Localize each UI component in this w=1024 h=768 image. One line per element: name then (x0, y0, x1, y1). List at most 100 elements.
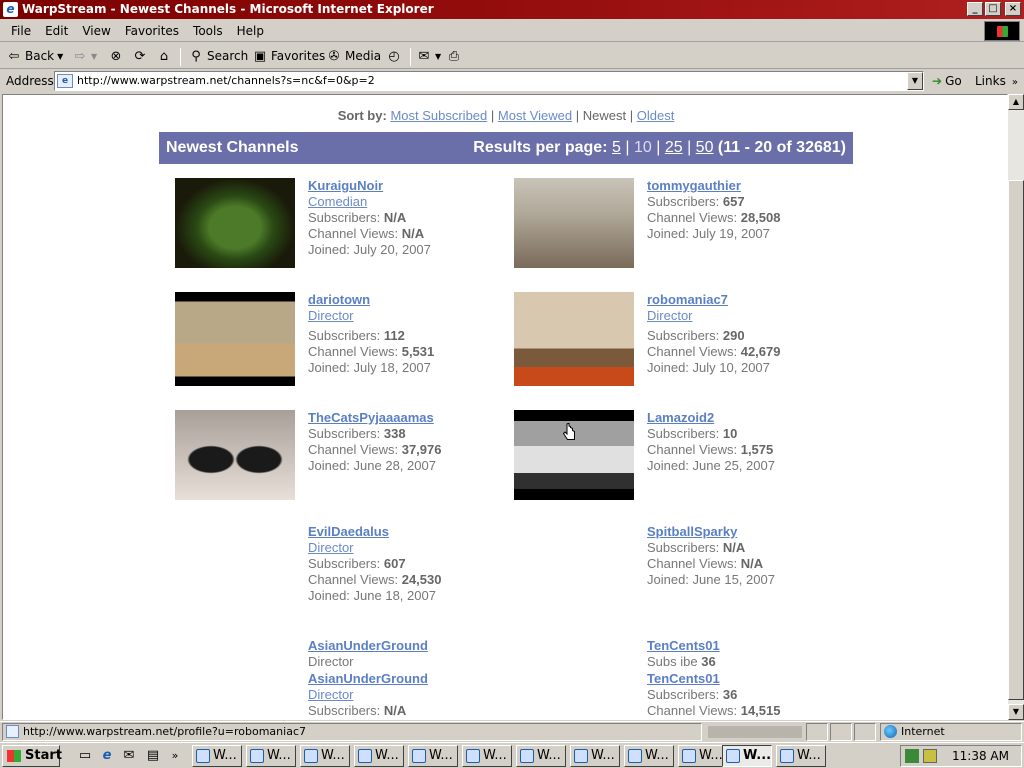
channel-thumbnail[interactable] (514, 292, 634, 386)
back-dropdown-icon[interactable]: ▼ (57, 46, 63, 67)
channel-category-link[interactable]: Director (308, 540, 508, 556)
channel-name-link[interactable]: dariotown (308, 292, 508, 308)
go-button[interactable]: ➔ Go (932, 72, 962, 90)
address-input[interactable]: e http://www.warpstream.net/channels?s=n… (54, 71, 924, 91)
scroll-up-icon[interactable]: ▲ (1008, 94, 1024, 110)
channel-name-link[interactable]: TheCatsPyjaaaamas (308, 410, 508, 426)
network-icon[interactable] (905, 749, 919, 763)
forward-dropdown-icon[interactable]: ▼ (91, 46, 97, 67)
search-icon: ⚲ (191, 48, 201, 64)
sort-bar: Sort by: Most Subscribed | Most Viewed |… (3, 108, 1007, 123)
maximize-button[interactable]: □ (985, 2, 1001, 16)
status-cell (854, 723, 876, 741)
taskbar-item[interactable]: W... (516, 745, 566, 767)
channel-name-link[interactable]: EvilDaedalus (308, 524, 508, 540)
history-button[interactable]: ◴ (386, 46, 402, 67)
favorites-button[interactable]: ▣ Favorites (252, 46, 325, 67)
menu-help[interactable]: Help (230, 20, 271, 42)
channel-name-link[interactable]: KuraiguNoir (308, 178, 508, 194)
rpp-25-link[interactable]: 25 (665, 139, 683, 156)
menu-view[interactable]: View (75, 20, 117, 42)
clock[interactable]: 11:38 AM (952, 746, 1009, 766)
sort-most-viewed-link[interactable]: Most Viewed (498, 108, 572, 123)
mail-dropdown-icon[interactable]: ▼ (435, 46, 441, 67)
minimize-button[interactable]: _ (967, 2, 983, 16)
search-button[interactable]: ⚲ Search (188, 46, 248, 67)
channel-joined: Joined: June 25, 2007 (647, 458, 775, 473)
menu-tools[interactable]: Tools (186, 20, 230, 42)
channel-thumbnail[interactable] (514, 178, 634, 268)
sort-oldest-link[interactable]: Oldest (637, 108, 675, 123)
address-dropdown-icon[interactable]: ▼ (907, 72, 923, 90)
channel-name-link[interactable]: tommygauthier (647, 178, 847, 194)
explorer-icon[interactable]: ▤ (144, 747, 162, 765)
channel-name-link[interactable]: SpitballSparky (647, 524, 847, 540)
scroll-thumb[interactable] (1008, 180, 1024, 700)
vertical-scrollbar[interactable]: ▲ ▼ (1008, 94, 1024, 720)
taskbar: Start ▭ e ✉ ▤ » W... W... W... W... W...… (0, 742, 1024, 768)
home-button[interactable]: ⌂ (156, 46, 172, 67)
channel-name-link[interactable]: Lamazoid2 (647, 410, 847, 426)
back-button[interactable]: ⇦ Back ▼ (6, 46, 64, 67)
taskbar-item[interactable]: W... (246, 745, 296, 767)
channel-subscribers: Subscribers: 290 (647, 328, 745, 343)
links-button[interactable]: Links » (975, 72, 1018, 92)
channel-name-link[interactable]: robomaniac7 (647, 292, 847, 308)
channel-subscribers: Subscribers: N/A (647, 540, 746, 555)
rpp-5-link[interactable]: 5 (612, 139, 621, 156)
channel-thumbnail[interactable] (175, 292, 295, 386)
channel-name-link[interactable]: AsianUnderGround (308, 638, 508, 654)
taskbar-item[interactable]: W... (678, 745, 728, 767)
menu-bar: File Edit View Favorites Tools Help (0, 20, 1024, 42)
sort-most-subscribed-link[interactable]: Most Subscribed (390, 108, 487, 123)
media-button[interactable]: ✇ Media (326, 46, 382, 67)
channel-thumbnail[interactable] (175, 410, 295, 500)
taskbar-item-active[interactable]: W... (722, 745, 772, 767)
taskbar-item[interactable]: W... (462, 745, 512, 767)
channel-category-link[interactable]: Director (308, 308, 508, 324)
rpp-50-link[interactable]: 50 (696, 139, 714, 156)
stop-button[interactable]: ⊗ (108, 46, 124, 67)
channel-name-link[interactable]: TenCents01 (647, 638, 847, 654)
channel-subscribers: Subscribers: 338 (308, 426, 406, 441)
status-text: http://www.warpstream.net/profile?u=robo… (2, 723, 702, 741)
channel-joined: Joined: June 28, 2007 (308, 458, 436, 473)
channel-name-link[interactable]: TenCents01 (647, 671, 847, 687)
channel-name-link[interactable]: AsianUnderGround (308, 671, 508, 687)
page-icon: e (57, 74, 73, 88)
channel-thumbnail[interactable] (175, 178, 295, 268)
taskbar-item[interactable]: W... (354, 745, 404, 767)
desktop-icon[interactable]: ▭ (76, 747, 94, 765)
taskbar-item[interactable]: W... (192, 745, 242, 767)
taskbar-item[interactable]: W... (776, 745, 826, 767)
menu-file[interactable]: File (0, 20, 38, 42)
menu-edit[interactable]: Edit (38, 20, 75, 42)
status-cell (830, 723, 852, 741)
address-url[interactable]: http://www.warpstream.net/channels?s=nc&… (77, 72, 375, 90)
taskbar-item[interactable]: W... (570, 745, 620, 767)
tray-app-icon[interactable] (923, 749, 937, 763)
chevron-right-icon[interactable]: » (166, 747, 184, 765)
channel-views: Channel Views: 42,679 (647, 344, 781, 359)
start-button[interactable]: Start (2, 745, 62, 767)
menu-favorites[interactable]: Favorites (118, 20, 186, 42)
rpp-separator: | (687, 139, 692, 156)
mail-button[interactable]: ✉ ▼ (416, 46, 442, 67)
refresh-button[interactable]: ⟳ (132, 46, 148, 67)
ie-icon[interactable]: e (98, 747, 116, 765)
forward-button[interactable]: ⇨ ▼ (72, 46, 98, 67)
results-title: Newest Channels (166, 139, 299, 156)
security-zone: Internet (880, 723, 1022, 741)
favorites-folder-icon: ▣ (253, 48, 267, 64)
taskbar-item[interactable]: W... (408, 745, 458, 767)
close-button[interactable]: × (1005, 2, 1021, 16)
print-button[interactable]: ⎙ (446, 46, 462, 67)
taskbar-item[interactable]: W... (624, 745, 674, 767)
channel-category-link[interactable]: Director (647, 308, 847, 324)
taskbar-item[interactable]: W... (300, 745, 350, 767)
outlook-icon[interactable]: ✉ (120, 747, 138, 765)
scroll-down-icon[interactable]: ▼ (1008, 704, 1024, 720)
rpp-label: Results per page: (473, 139, 608, 156)
channel-category-link[interactable]: Director (308, 687, 508, 703)
channel-category-link[interactable]: Comedian (308, 194, 508, 210)
